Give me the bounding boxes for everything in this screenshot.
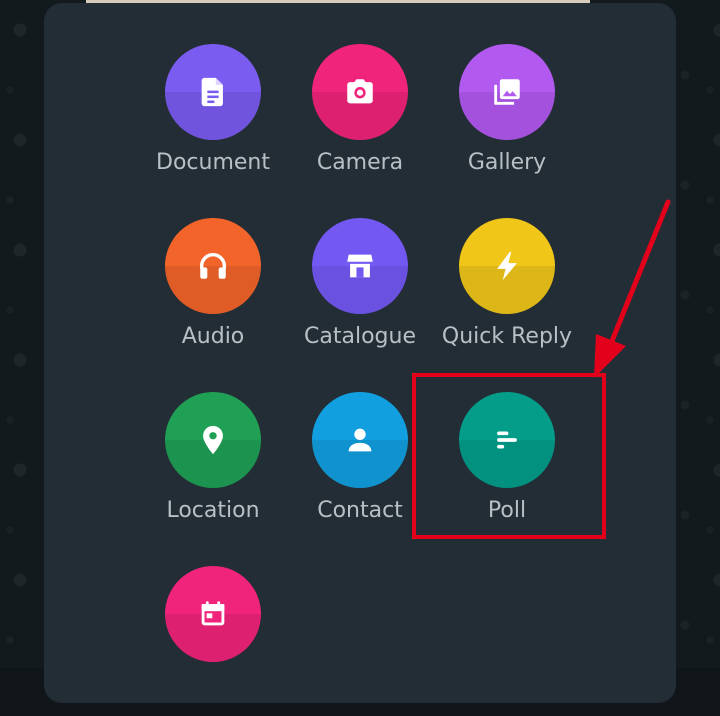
storefront-icon bbox=[347, 254, 373, 278]
lightning-icon-circle bbox=[459, 218, 555, 314]
document-icon bbox=[201, 77, 223, 107]
storefront-icon-circle bbox=[312, 218, 408, 314]
gallery-icon bbox=[494, 79, 520, 105]
camera-icon bbox=[347, 79, 373, 104]
attach-audio-button[interactable]: Audio bbox=[138, 218, 288, 368]
attach-catalogue-button[interactable]: Catalogue bbox=[285, 218, 435, 368]
attach-document-button[interactable]: Document bbox=[138, 44, 288, 194]
gallery-icon-circle bbox=[459, 44, 555, 140]
person-icon bbox=[348, 428, 372, 452]
attach-event-button[interactable] bbox=[138, 566, 288, 716]
poll-icon bbox=[497, 431, 517, 449]
lightning-icon bbox=[497, 251, 517, 281]
attach-location-button[interactable]: Location bbox=[138, 392, 288, 542]
attach-gallery-label: Gallery bbox=[467, 150, 547, 175]
attach-gallery-button[interactable]: Gallery bbox=[432, 44, 582, 194]
camera-icon-circle bbox=[312, 44, 408, 140]
person-icon-circle bbox=[312, 392, 408, 488]
document-icon-circle bbox=[165, 44, 261, 140]
attach-quick-reply-label: Quick Reply bbox=[441, 324, 573, 349]
headphones-icon-circle bbox=[165, 218, 261, 314]
calendar-icon-circle bbox=[165, 566, 261, 662]
attach-camera-button[interactable]: Camera bbox=[285, 44, 435, 194]
attach-quick-reply-button[interactable]: Quick Reply bbox=[432, 218, 582, 368]
location-pin-icon bbox=[203, 425, 223, 455]
location-icon-circle bbox=[165, 392, 261, 488]
calendar-icon bbox=[201, 601, 225, 626]
headphones-icon bbox=[199, 253, 227, 279]
red-arrow-annotation-icon bbox=[594, 199, 671, 378]
